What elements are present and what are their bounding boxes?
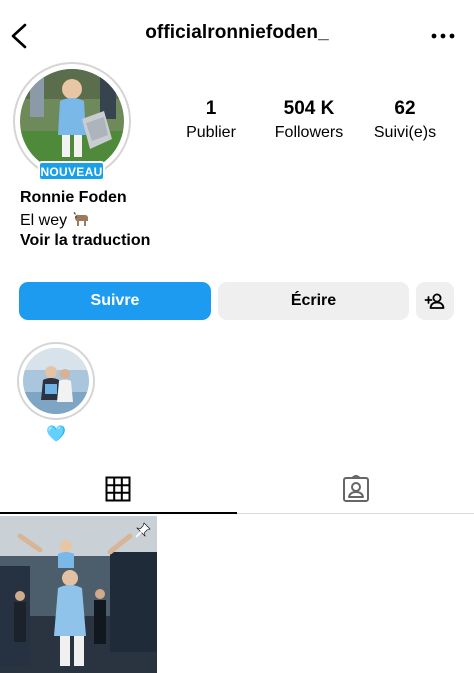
posts-count-label: Publier xyxy=(186,124,236,141)
following-count-value: 62 xyxy=(394,98,416,119)
new-badge: NOUVEAU xyxy=(38,161,105,181)
see-translation-link[interactable]: Voir la traduction xyxy=(20,232,150,250)
following-count-label: Suivi(e)s xyxy=(373,124,437,141)
avatar-photo xyxy=(20,69,124,173)
bio-text-line: El wey xyxy=(20,211,90,230)
bio-text: El wey xyxy=(20,212,68,229)
posts-count[interactable]: 1 Publier xyxy=(178,98,244,144)
followers-count-label: Followers xyxy=(274,124,344,141)
post-thumbnail[interactable] xyxy=(0,516,157,673)
message-button[interactable]: Écrire xyxy=(218,282,409,320)
display-name: Ronnie Foden xyxy=(20,189,127,206)
goat-emoji-icon xyxy=(73,212,88,226)
suggested-users-button[interactable] xyxy=(416,282,454,320)
grid-icon xyxy=(105,476,131,502)
tab-posts-grid[interactable] xyxy=(0,466,237,514)
followers-count[interactable]: 504 K Followers xyxy=(266,98,352,144)
posts-count-value: 1 xyxy=(205,98,217,119)
highlight-cover-photo xyxy=(23,348,89,414)
tagged-person-icon xyxy=(343,475,369,502)
profile-username: officialronniefoden_ xyxy=(145,22,329,43)
pinned-icon xyxy=(135,522,151,538)
highlight-label: 🩵 xyxy=(46,426,66,443)
followers-count-value: 504 K xyxy=(283,98,335,119)
post-photo xyxy=(0,516,157,673)
add-person-icon xyxy=(424,293,445,309)
follow-button[interactable]: Suivre xyxy=(19,282,211,320)
following-count[interactable]: 62 Suivi(e)s xyxy=(366,98,444,144)
more-options-icon[interactable] xyxy=(430,26,456,46)
story-highlight[interactable] xyxy=(17,342,95,420)
tab-tagged[interactable] xyxy=(237,466,474,514)
